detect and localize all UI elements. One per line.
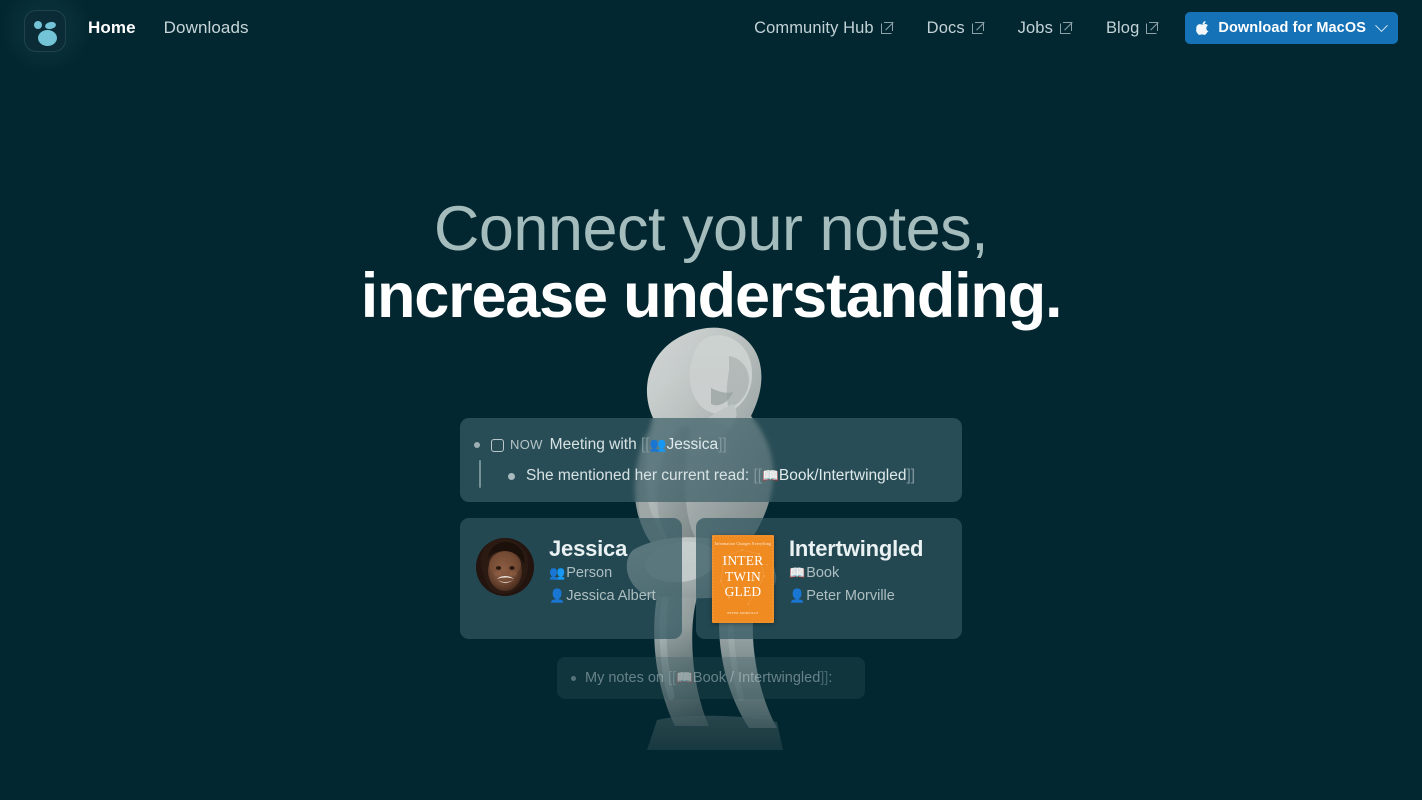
hero-line-1: Connect your notes, [433, 194, 989, 264]
logseq-bubbles-icon [24, 10, 66, 52]
page-property-author: 👤 Peter Morville [789, 585, 923, 608]
site-logo[interactable] [24, 10, 66, 52]
chevron-down-icon [1375, 18, 1388, 32]
nav-item-blog-label: Blog [1105, 18, 1140, 37]
nav-item-community-hub[interactable]: Community Hub [737, 19, 910, 38]
person-emoji-icon: 👤 [789, 589, 806, 604]
apple-icon [1196, 20, 1210, 36]
book-cover-subtitle: Information Changes Everything [714, 542, 772, 546]
nav-item-home[interactable]: Home [88, 18, 136, 38]
ref-bracket-open: [[ [641, 436, 650, 453]
download-button[interactable]: Download for MacOS [1185, 12, 1398, 44]
now-tag: NOW [510, 437, 543, 452]
nav-item-blog[interactable]: Blog [1089, 19, 1175, 38]
page-preview-card-jessica[interactable]: Jessica 👥 Person 👤 Jessica Albert [460, 518, 682, 639]
book-emoji-icon: 📖 [762, 468, 779, 484]
external-link-icon [1146, 22, 1160, 34]
faded-page-ref: Book / Intertwingled [692, 670, 821, 686]
book-emoji-icon: 📖 [676, 670, 693, 686]
hero-heading: Connect your notes, increase understandi… [0, 196, 1422, 330]
book-emoji-icon: 📖 [789, 566, 806, 581]
page-ref-jessica[interactable]: Jessica [666, 435, 718, 455]
page-property-type: 📖 Book [789, 562, 923, 585]
note-line1-text: Meeting with [549, 436, 637, 453]
avatar [476, 538, 534, 596]
ref-bracket-open: [[ [668, 670, 677, 686]
book-cover-author: PETER MORVILLE [727, 611, 759, 615]
faded-note-text: My notes on [585, 670, 664, 686]
primary-nav: Home Downloads [88, 0, 249, 56]
nav-item-jobs-label: Jobs [1017, 18, 1053, 37]
bullet-dot-icon [508, 472, 515, 480]
ref-bracket-close: ]] [718, 436, 727, 453]
hero-line-2: increase understanding. [360, 261, 1063, 331]
bullet-dot-icon [571, 675, 576, 681]
external-link-icon [1059, 22, 1073, 34]
people-emoji-icon: 👥 [649, 437, 667, 453]
secondary-nav: Community Hub Docs Jobs Blog Download fo… [737, 0, 1398, 56]
page-property-type-value: Person [566, 565, 613, 581]
external-link-icon [971, 22, 985, 34]
nav-item-docs[interactable]: Docs [910, 19, 1001, 38]
page-preview-card-intertwingled[interactable]: Information Changes Everything INTER TWI… [696, 518, 962, 639]
ref-bracket-close: ]] [820, 670, 829, 686]
page-preview-meta: Intertwingled 📖 Book 👤 Peter Morville [789, 535, 923, 608]
task-checkbox[interactable] [491, 438, 504, 452]
page-ref-book-intertwingled[interactable]: Book/Intertwingled [779, 466, 907, 486]
book-cover-image: Information Changes Everything INTER TWI… [712, 535, 774, 623]
page-property-type-value: Book [806, 565, 840, 581]
page-root: Home Downloads Community Hub Docs Jobs B… [0, 0, 1422, 800]
product-demo-graphic: NOW Meeting with [[ 👥 Jessica ]] She men… [460, 418, 962, 699]
nav-item-community-hub-label: Community Hub [754, 18, 874, 37]
person-emoji-icon: 👤 [549, 589, 566, 604]
faded-note-card: My notes on [[ 📖 Book / Intertwingled ]]… [557, 657, 865, 699]
note-line2-text: She mentioned her current read: [526, 467, 750, 484]
download-button-label: Download for MacOS [1218, 20, 1366, 36]
book-cover-title: INTER TWIN GLED [722, 553, 764, 599]
thread-line [479, 460, 481, 488]
note-bullet-row-primary: NOW Meeting with [[ 👥 Jessica ]] [474, 435, 944, 455]
ref-bracket-close: ]] [906, 467, 916, 484]
page-preview-meta: Jessica 👥 Person 👤 Jessica Albert [549, 535, 656, 608]
nav-item-docs-label: Docs [926, 18, 965, 37]
page-property-name: 👤 Jessica Albert [549, 585, 656, 608]
bullet-dot-icon [474, 442, 480, 448]
site-header: Home Downloads Community Hub Docs Jobs B… [0, 0, 1422, 72]
nav-item-downloads[interactable]: Downloads [164, 18, 249, 38]
nav-item-jobs[interactable]: Jobs [1001, 19, 1089, 38]
page-property-type: 👥 Person [549, 562, 656, 585]
page-property-author-value: Peter Morville [806, 588, 895, 604]
external-link-icon [880, 22, 894, 34]
page-property-name-value: Jessica Albert [566, 588, 656, 604]
page-preview-cards: Jessica 👥 Person 👤 Jessica Albert Inform… [460, 518, 962, 639]
people-emoji-icon: 👥 [549, 566, 566, 581]
ref-bracket-open: [[ [753, 467, 763, 484]
page-title-intertwingled: Intertwingled [789, 536, 924, 561]
faded-note-suffix: : [828, 670, 833, 686]
page-title-jessica: Jessica [549, 536, 628, 561]
note-bullet-row-child: She mentioned her current read: [[ 📖 Boo… [476, 460, 944, 488]
demo-note-card: NOW Meeting with [[ 👥 Jessica ]] She men… [460, 418, 962, 502]
